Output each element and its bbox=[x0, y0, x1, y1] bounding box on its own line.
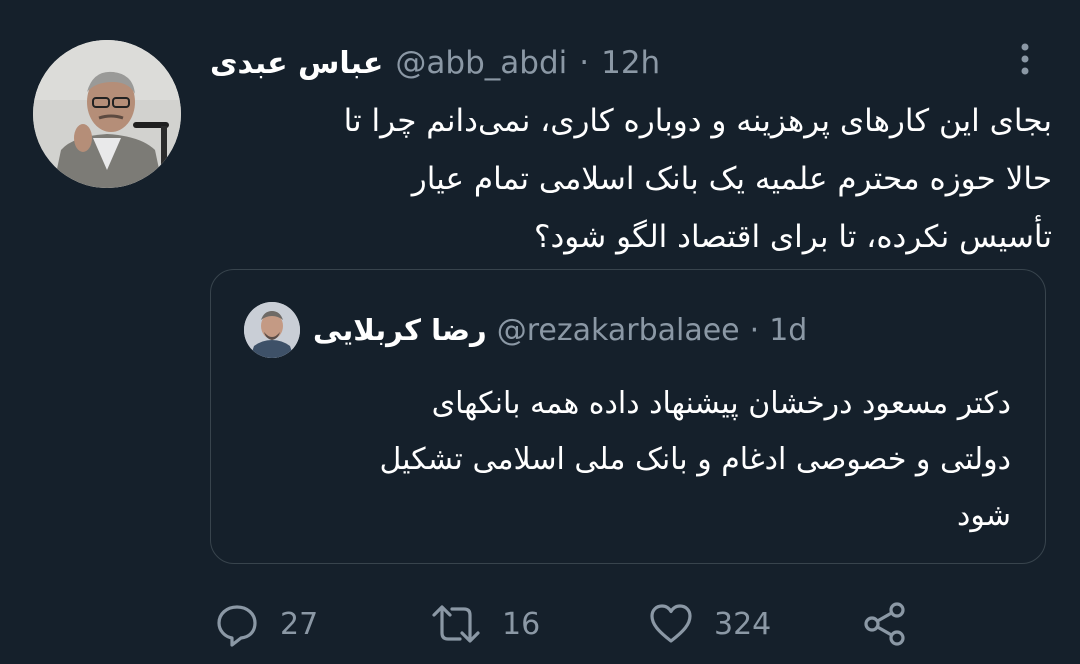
author-avatar[interactable] bbox=[33, 40, 181, 188]
tweet-header: عباس عبدی @abb_abdi · 12h bbox=[210, 40, 660, 86]
quoted-author-handle[interactable]: @rezakarbalaee bbox=[497, 313, 740, 348]
tweet-text-line: حالا حوزه محترم علمیه یک بانک اسلامی تما… bbox=[411, 161, 1052, 197]
tweet-timestamp[interactable]: 12h bbox=[601, 45, 660, 81]
tweet-text-line: بجای این کارهای پرهزینه و دوباره کاری، ن… bbox=[343, 103, 1052, 139]
quoted-separator-dot: · bbox=[749, 312, 760, 348]
tweet-text-line: تأسیس نکرده، تا برای اقتصاد الگو شود؟ bbox=[534, 219, 1052, 255]
quoted-tweet-text-line: شود bbox=[957, 498, 1011, 533]
quoted-author-avatar[interactable] bbox=[244, 302, 300, 358]
retweet-button[interactable]: 16 bbox=[430, 596, 540, 652]
retweet-count: 16 bbox=[502, 606, 541, 642]
quoted-tweet-text: دکتر مسعود درخشان پیشنهاد داده همه بانکه… bbox=[251, 376, 1011, 544]
retweet-icon bbox=[430, 601, 482, 647]
share-button[interactable] bbox=[862, 596, 908, 652]
like-button[interactable]: 324 bbox=[648, 596, 771, 652]
reply-button[interactable]: 27 bbox=[214, 596, 318, 652]
author-name[interactable]: عباس عبدی bbox=[210, 46, 383, 81]
quoted-author-name[interactable]: رضا کربلایی bbox=[313, 313, 487, 347]
heart-icon bbox=[648, 601, 694, 647]
reply-count: 27 bbox=[280, 606, 319, 642]
quoted-tweet-card[interactable]: رضا کربلایی @rezakarbalaee · 1d دکتر مسع… bbox=[210, 269, 1046, 564]
separator-dot: · bbox=[579, 45, 590, 81]
quoted-tweet-text-line: دولتی و خصوصی ادغام و بانک ملی اسلامی تش… bbox=[379, 442, 1011, 477]
reply-icon bbox=[214, 601, 260, 647]
tweet-text: بجای این کارهای پرهزینه و دوباره کاری، ن… bbox=[240, 92, 1052, 266]
more-vertical-icon[interactable] bbox=[1010, 42, 1040, 78]
quoted-tweet-timestamp[interactable]: 1d bbox=[769, 313, 807, 348]
quoted-tweet-header: رضا کربلایی @rezakarbalaee · 1d bbox=[313, 308, 807, 352]
tweet-action-bar: 27 16 324 bbox=[0, 596, 1080, 652]
share-icon bbox=[862, 601, 908, 647]
author-handle[interactable]: @abb_abdi bbox=[395, 45, 567, 81]
like-count: 324 bbox=[714, 606, 772, 642]
quoted-tweet-text-line: دکتر مسعود درخشان پیشنهاد داده همه بانکه… bbox=[431, 386, 1011, 421]
